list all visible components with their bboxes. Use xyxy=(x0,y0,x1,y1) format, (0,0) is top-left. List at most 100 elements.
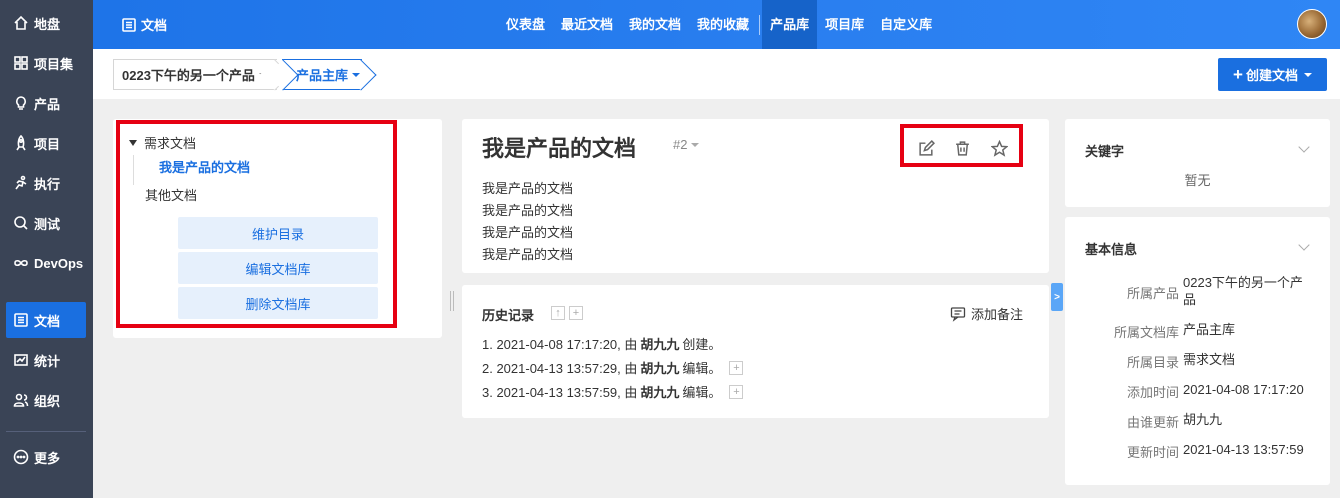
sidebar-item-label: DevOps xyxy=(34,255,84,271)
info-value: 0223下午的另一个产品 xyxy=(1183,275,1303,307)
trash-icon[interactable] xyxy=(954,140,971,157)
top-nav: 仪表盘 最近文档 我的文档 我的收藏 产品库 项目库 自定义库 xyxy=(498,0,940,49)
sidebar-item-stats[interactable]: 统计 xyxy=(6,342,86,378)
tree-node-other-docs[interactable]: 其他文档 xyxy=(145,185,197,204)
edit-library-button[interactable]: 编辑文档库 xyxy=(178,252,378,284)
doc-body-line: 我是产品的文档 xyxy=(482,225,574,240)
tree-guide-line xyxy=(133,155,134,185)
sidebar-divider xyxy=(6,431,86,432)
nav-product-library[interactable]: 产品库 xyxy=(762,0,818,49)
collapse-side-toggle[interactable]: > xyxy=(1051,283,1063,311)
comment-icon xyxy=(950,306,966,322)
history-panel: 历史记录 ↑ + 添加备注 1. 2021-04-08 17:17:20, 由胡… xyxy=(462,285,1049,418)
sidebar-item-label: 组织 xyxy=(34,393,61,409)
bulb-icon xyxy=(12,94,30,112)
doc-tree-panel: 需求文档 我是产品的文档 其他文档 维护目录 编辑文档库 删除文档库 xyxy=(113,119,442,338)
grid-icon xyxy=(12,54,30,72)
doc-title: 我是产品的文档 xyxy=(482,136,637,161)
history-row: 1. 2021-04-08 17:17:20, 由胡九九 创建。 xyxy=(482,337,722,352)
info-value: 2021-04-13 13:57:59 xyxy=(1183,442,1304,457)
caret-down-icon xyxy=(1303,72,1312,77)
caret-down-icon xyxy=(258,72,267,77)
keywords-empty: 暂无 xyxy=(1184,173,1211,188)
sidebar-item-dashboard[interactable]: 地盘 xyxy=(6,5,86,41)
basic-info-panel: 基本信息 所属产品 0223下午的另一个产品 所属文档库 产品主库 所属目录 需… xyxy=(1065,217,1330,485)
basic-info-title: 基本信息 xyxy=(1085,242,1138,257)
sidebar-item-label: 项目 xyxy=(34,136,61,152)
avatar[interactable] xyxy=(1297,9,1327,39)
info-label: 所属产品 xyxy=(1126,286,1179,301)
infinity-icon xyxy=(12,254,30,272)
chevron-down-icon[interactable] xyxy=(1298,141,1310,153)
info-value: 胡九九 xyxy=(1183,412,1223,427)
doc-list-icon xyxy=(122,17,136,32)
users-icon xyxy=(12,391,30,409)
doc-action-group xyxy=(902,127,1024,169)
chevron-down-icon[interactable] xyxy=(1298,239,1310,251)
nav-dashboard[interactable]: 仪表盘 xyxy=(498,0,553,49)
doc-body-line: 我是产品的文档 xyxy=(482,247,574,262)
sidebar-item-label: 执行 xyxy=(34,176,61,192)
info-label: 由谁更新 xyxy=(1126,415,1179,430)
nav-custom-library[interactable]: 自定义库 xyxy=(872,0,940,49)
nav-recent-docs[interactable]: 最近文档 xyxy=(553,0,621,49)
expand-history-icon[interactable]: + xyxy=(729,384,744,399)
info-label: 添加时间 xyxy=(1126,385,1179,400)
breadcrumb-product[interactable]: 0223下午的另一个产品 xyxy=(113,59,277,90)
info-value: 产品主库 xyxy=(1183,322,1236,337)
delete-library-button[interactable]: 删除文档库 xyxy=(178,287,378,319)
sidebar-item-devops[interactable]: DevOps xyxy=(6,245,86,281)
sidebar-item-more[interactable]: 更多 xyxy=(6,439,86,475)
sidebar-item-doc[interactable]: 文档 xyxy=(6,302,86,338)
sidebar-item-label: 文档 xyxy=(34,313,61,329)
caret-down-icon xyxy=(691,142,700,147)
edit-icon[interactable] xyxy=(918,139,935,157)
doc-version-select[interactable]: #2 xyxy=(673,137,700,152)
breadcrumb-library[interactable]: 产品主库 xyxy=(282,59,362,90)
sidebar: 地盘 项目集 产品 项目 执行 测试 DevOps 文档 统计 组织 更多 xyxy=(0,0,93,498)
sidebar-item-project[interactable]: 项目 xyxy=(6,125,86,161)
nav-my-docs[interactable]: 我的文档 xyxy=(621,0,689,49)
more-icon xyxy=(12,448,30,466)
sidebar-item-label: 项目集 xyxy=(34,56,74,72)
plus-icon: + xyxy=(1233,64,1243,84)
panel-splitter[interactable] xyxy=(450,291,454,311)
info-label: 所属目录 xyxy=(1126,355,1179,370)
chevron-right-icon: > xyxy=(1054,291,1060,303)
sidebar-item-org[interactable]: 组织 xyxy=(6,382,86,418)
breadcrumb-bar: 0223下午的另一个产品 产品主库 + 创建文档 xyxy=(93,49,1340,99)
list-icon xyxy=(12,311,30,329)
history-row: 3. 2021-04-13 13:57:59, 由胡九九 编辑。 + xyxy=(482,382,744,401)
star-icon[interactable] xyxy=(991,139,1009,157)
search-icon xyxy=(12,214,30,232)
sidebar-item-execution[interactable]: 执行 xyxy=(6,165,86,201)
expand-history-icon[interactable]: + xyxy=(729,360,744,375)
sidebar-item-program[interactable]: 项目集 xyxy=(6,45,86,81)
tree-node-requirements[interactable]: 需求文档 xyxy=(129,133,196,152)
sidebar-item-test[interactable]: 测试 xyxy=(6,205,86,241)
caret-down-icon xyxy=(352,72,361,77)
sidebar-item-product[interactable]: 产品 xyxy=(6,85,86,121)
run-icon xyxy=(12,174,30,192)
create-doc-button[interactable]: + 创建文档 xyxy=(1218,58,1327,91)
sidebar-item-label: 产品 xyxy=(34,96,61,112)
expand-triangle-icon[interactable] xyxy=(129,139,137,146)
nav-project-library[interactable]: 项目库 xyxy=(817,0,872,49)
sidebar-item-label: 地盘 xyxy=(34,16,61,32)
info-label: 更新时间 xyxy=(1126,445,1179,460)
info-value: 2021-04-08 17:17:20 xyxy=(1183,382,1304,397)
sort-up-icon[interactable]: ↑ xyxy=(551,306,565,320)
expand-all-icon[interactable]: + xyxy=(569,306,583,320)
nav-my-favorites[interactable]: 我的收藏 xyxy=(689,0,757,49)
tree-node-doc[interactable]: 我是产品的文档 xyxy=(159,157,250,176)
maintain-catalog-button[interactable]: 维护目录 xyxy=(178,217,378,249)
add-note-button[interactable]: 添加备注 xyxy=(950,304,1023,323)
sidebar-item-label: 更多 xyxy=(34,450,61,466)
app-title: 文档 xyxy=(121,0,167,49)
info-value: 需求文档 xyxy=(1183,352,1236,367)
sidebar-item-label: 测试 xyxy=(34,216,61,232)
doc-content-panel: 我是产品的文档 #2 我是产品的文档 我是产品的文档 我是产品的文档 我是产品的… xyxy=(462,119,1049,273)
rocket-icon xyxy=(12,134,30,152)
chart-icon xyxy=(12,351,30,369)
doc-body-line: 我是产品的文档 xyxy=(482,203,574,218)
